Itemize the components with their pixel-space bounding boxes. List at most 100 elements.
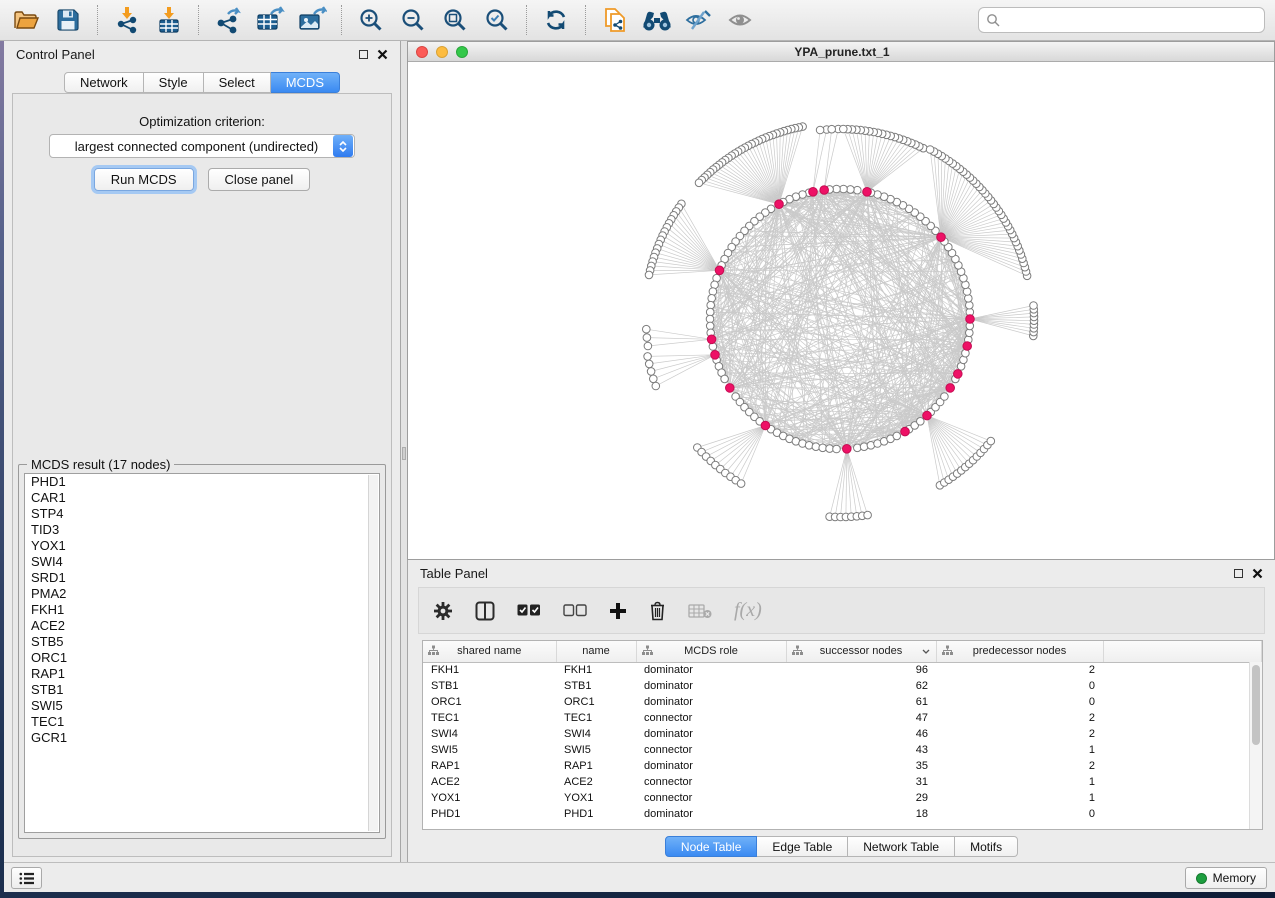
column-header-predecessor-nodes[interactable]: predecessor nodes [936, 641, 1103, 662]
graph-hub-node[interactable] [820, 186, 829, 195]
search-input[interactable] [1005, 13, 1257, 27]
mcds-result-node[interactable]: ORC1 [25, 650, 379, 666]
cell-name[interactable]: SWI4 [556, 726, 636, 742]
mcds-result-node[interactable]: SWI5 [25, 698, 379, 714]
table-options-icon[interactable] [433, 601, 453, 621]
graph-hub-node[interactable] [761, 421, 770, 430]
delete-table-icon[interactable] [688, 603, 712, 619]
apply-layout-icon[interactable] [540, 5, 572, 35]
graph-node[interactable] [708, 295, 716, 303]
graph-node[interactable] [864, 511, 872, 519]
table-row[interactable]: YOX1YOX1connector291 [423, 790, 1262, 806]
cell-MCDS-role[interactable]: dominator [636, 726, 786, 742]
table-row[interactable]: PHD1PHD1dominator180 [423, 806, 1262, 822]
graph-node[interactable] [941, 393, 949, 401]
graph-node[interactable] [987, 437, 995, 445]
table-row[interactable]: RAP1RAP1dominator352 [423, 758, 1262, 774]
mcds-result-node[interactable]: TID3 [25, 522, 379, 538]
graph-hub-node[interactable] [775, 200, 784, 209]
cell-successor-nodes[interactable]: 46 [786, 726, 936, 742]
cell-shared-name[interactable]: YOX1 [423, 790, 556, 806]
cell-successor-nodes[interactable]: 29 [786, 790, 936, 806]
graph-hub-node[interactable] [726, 384, 735, 393]
graph-node[interactable] [965, 295, 973, 303]
graph-hub-node[interactable] [966, 315, 975, 324]
mcds-result-node[interactable]: CAR1 [25, 490, 379, 506]
mcds-result-node[interactable]: RAP1 [25, 666, 379, 682]
network-graph[interactable] [408, 62, 1274, 559]
graph-node[interactable] [644, 353, 652, 361]
zoom-fit-icon[interactable] [439, 5, 471, 35]
mcds-result-node[interactable]: ACE2 [25, 618, 379, 634]
close-panel-icon[interactable] [377, 49, 388, 60]
graph-node[interactable] [695, 179, 703, 187]
graph-node[interactable] [819, 444, 827, 452]
export-table-icon[interactable] [254, 5, 286, 35]
first-neighbors-icon[interactable] [641, 5, 673, 35]
import-network-icon[interactable] [111, 5, 143, 35]
column-header-shared-name[interactable]: shared name [423, 641, 556, 662]
cell-name[interactable]: PHD1 [556, 806, 636, 822]
tab-network[interactable]: Network [64, 72, 144, 93]
tab-select[interactable]: Select [204, 72, 271, 93]
cell-shared-name[interactable]: FKH1 [423, 662, 556, 678]
mcds-result-node[interactable]: GCR1 [25, 730, 379, 746]
tab-mcds[interactable]: MCDS [271, 72, 340, 93]
mcds-result-node[interactable]: SRD1 [25, 570, 379, 586]
cell-predecessor-nodes[interactable]: 2 [936, 726, 1103, 742]
tab-node-table[interactable]: Node Table [665, 836, 758, 857]
graph-node[interactable] [860, 443, 868, 451]
graph-node[interactable] [709, 288, 717, 296]
cell-name[interactable]: RAP1 [556, 758, 636, 774]
table-row[interactable]: SWI5SWI5connector431 [423, 742, 1262, 758]
cell-MCDS-role[interactable]: dominator [636, 694, 786, 710]
cell-shared-name[interactable]: SWI4 [423, 726, 556, 742]
cell-successor-nodes[interactable]: 47 [786, 710, 936, 726]
close-panel-button[interactable]: Close panel [208, 168, 311, 191]
cell-predecessor-nodes[interactable]: 2 [936, 662, 1103, 678]
network-window-titlebar[interactable]: YPA_prune.txt_1 [408, 42, 1274, 62]
close-panel-icon[interactable] [1252, 568, 1263, 579]
table-scrollbar-thumb[interactable] [1252, 665, 1260, 745]
tab-motifs[interactable]: Motifs [955, 836, 1018, 857]
column-header-MCDS-role[interactable]: MCDS role [636, 641, 786, 662]
table-row[interactable]: ACE2ACE2connector311 [423, 774, 1262, 790]
graph-node[interactable] [647, 368, 655, 376]
cell-shared-name[interactable]: ORC1 [423, 694, 556, 710]
table-row[interactable]: SWI4SWI4dominator462 [423, 726, 1262, 742]
float-panel-icon[interactable] [1234, 569, 1243, 578]
mcds-result-node[interactable]: YOX1 [25, 538, 379, 554]
zoom-selected-icon[interactable] [481, 5, 513, 35]
graph-node[interactable] [1030, 302, 1038, 310]
graph-node[interactable] [828, 125, 836, 133]
graph-node[interactable] [737, 480, 745, 488]
graph-node[interactable] [645, 271, 653, 279]
cell-successor-nodes[interactable]: 61 [786, 694, 936, 710]
result-list-scrollbar[interactable] [368, 475, 378, 831]
cell-MCDS-role[interactable]: dominator [636, 662, 786, 678]
cell-predecessor-nodes[interactable]: 0 [936, 694, 1103, 710]
cell-successor-nodes[interactable]: 18 [786, 806, 936, 822]
network-canvas[interactable] [408, 62, 1274, 559]
graph-node[interactable] [652, 382, 660, 390]
cell-successor-nodes[interactable]: 35 [786, 758, 936, 774]
export-image-icon[interactable] [296, 5, 328, 35]
graph-node[interactable] [643, 325, 651, 333]
cell-name[interactable]: STB1 [556, 678, 636, 694]
table-row[interactable]: FKH1FKH1dominator962 [423, 662, 1262, 678]
open-file-icon[interactable] [10, 5, 42, 35]
panel-menu-button[interactable] [11, 867, 42, 889]
cell-name[interactable]: ORC1 [556, 694, 636, 710]
mcds-result-node[interactable]: FKH1 [25, 602, 379, 618]
cell-name[interactable]: YOX1 [556, 790, 636, 806]
cell-shared-name[interactable]: PHD1 [423, 806, 556, 822]
cell-predecessor-nodes[interactable]: 1 [936, 774, 1103, 790]
hide-selected-icon[interactable] [683, 5, 715, 35]
zoom-out-icon[interactable] [397, 5, 429, 35]
cell-predecessor-nodes[interactable]: 2 [936, 758, 1103, 774]
graph-node[interactable] [650, 375, 658, 383]
graph-node[interactable] [893, 432, 901, 440]
cell-name[interactable]: SWI5 [556, 742, 636, 758]
graph-node[interactable] [854, 186, 862, 194]
graph-node[interactable] [645, 360, 653, 368]
